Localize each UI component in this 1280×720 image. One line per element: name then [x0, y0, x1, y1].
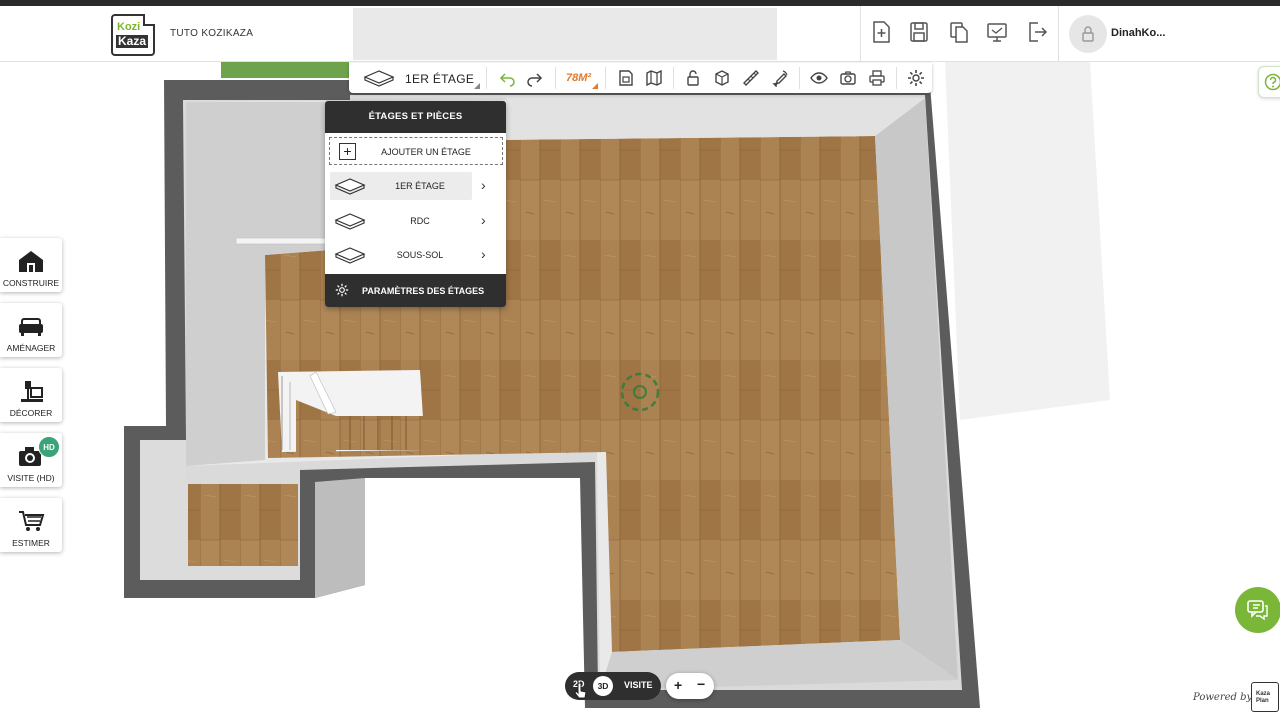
floor-item-label: SOUS-SOL [396, 250, 444, 260]
chevron-right-icon[interactable]: › [481, 246, 486, 262]
copy-icon[interactable] [948, 20, 970, 44]
sofa-icon [19, 318, 43, 336]
sidebar-item-label: ESTIMER [12, 538, 50, 548]
question-icon [1264, 73, 1280, 91]
add-floor-label: AJOUTER UN ÉTAGE [381, 147, 471, 157]
surface-area-indicator[interactable]: 78M² [566, 72, 591, 84]
logo-text-bottom: Kaza [116, 34, 149, 48]
new-file-icon[interactable] [870, 20, 892, 44]
ruler-icon[interactable] [742, 69, 760, 87]
gear-icon[interactable] [907, 69, 925, 87]
hd-badge: HD [38, 436, 60, 458]
cube-icon[interactable] [713, 69, 731, 87]
lamp-icon [21, 381, 43, 402]
username[interactable]: DinahKo... [1111, 27, 1165, 39]
chevron-right-icon[interactable]: › [481, 212, 486, 228]
kazaplan-logo[interactable]: Kaza Plan [1251, 682, 1279, 712]
toolbar-divider [555, 67, 556, 89]
view-visite-button[interactable]: VISITE [624, 680, 653, 690]
corner-dropdown-icon [474, 83, 480, 89]
lock-icon [1082, 26, 1094, 42]
header-divider [860, 6, 861, 62]
zoom-in-button[interactable]: + [674, 677, 682, 693]
project-name[interactable]: TUTO KOZIKAZA [170, 28, 253, 39]
redo-icon[interactable] [526, 69, 544, 87]
sidebar-item-amenager[interactable]: AMÉNAGER [0, 303, 62, 357]
floor-item-label: 1ER ÉTAGE [395, 181, 445, 191]
chevron-right-icon[interactable]: › [481, 177, 486, 193]
header-divider-2 [1058, 6, 1059, 62]
floor-item-1er-etage[interactable]: 1ER ÉTAGE › [330, 172, 502, 200]
floor-plan-3d-view[interactable] [0, 62, 1280, 720]
chat-icon [1247, 600, 1268, 621]
toolbar-divider [486, 67, 487, 89]
floor-item-label: RDC [410, 216, 430, 226]
kozikaza-logo[interactable]: Kozi Kaza [111, 14, 155, 56]
toolbar-divider [799, 67, 800, 89]
floor-slab-icon [334, 213, 366, 230]
mouse-cursor-icon [574, 682, 587, 699]
floor-item-rdc[interactable]: RDC › [330, 207, 502, 235]
map-icon[interactable] [645, 69, 663, 87]
floor-slab-icon [334, 247, 366, 264]
unlock-icon[interactable] [684, 69, 702, 87]
add-floor-button[interactable]: + AJOUTER UN ÉTAGE [329, 137, 503, 165]
sidebar-item-label: CONSTRUIRE [2, 278, 60, 288]
sidebar-item-decorer[interactable]: DÉCORER [0, 368, 62, 422]
zoom-out-button[interactable]: − [697, 676, 705, 692]
eye-icon[interactable] [810, 69, 828, 87]
floor-settings-label: PARAMÈTRES DES ÉTAGES [362, 286, 485, 296]
undo-icon[interactable] [498, 69, 516, 87]
sidebar-item-label: AMÉNAGER [6, 343, 56, 353]
editor-toolbar: 1ER ÉTAGE 78M² [349, 63, 932, 93]
zoom-controls: + − [666, 673, 714, 699]
toolbar-divider [896, 67, 897, 89]
view-3d-button[interactable]: 3D [593, 676, 613, 696]
cart-icon [19, 511, 45, 531]
sidebar-item-estimer[interactable]: ESTIMER [0, 498, 62, 552]
floors-menu-title: ÉTAGES ET PIÈCES [325, 101, 506, 133]
logout-icon[interactable] [1026, 20, 1048, 44]
powered-by-text: Powered by [1193, 692, 1253, 703]
corner-dropdown-icon [592, 83, 598, 89]
floor-slab-icon [334, 178, 366, 195]
floor-slab-icon[interactable] [363, 70, 395, 87]
logo-corner [143, 14, 155, 26]
paint-icon[interactable] [771, 69, 789, 87]
floors-menu: ÉTAGES ET PIÈCES + AJOUTER UN ÉTAGE 1ER … [325, 101, 506, 307]
kazaplan-logo-text: Kaza Plan [1256, 691, 1271, 704]
sidebar-item-label: DÉCORER [9, 408, 53, 418]
header-blank-area [353, 8, 777, 60]
floor-settings-button[interactable]: PARAMÈTRES DES ÉTAGES [325, 274, 506, 307]
app-header: Kozi Kaza TUTO KOZIKAZA DinahKo... [0, 6, 1280, 62]
toolbar-divider [673, 67, 674, 89]
gear-icon [335, 283, 349, 297]
print-icon[interactable] [868, 69, 886, 87]
house-icon [19, 251, 43, 272]
logo-text-top: Kozi [117, 21, 141, 33]
current-floor-selector[interactable]: 1ER ÉTAGE [405, 72, 474, 86]
camera-icon[interactable] [839, 69, 857, 87]
chat-button[interactable] [1235, 587, 1280, 633]
save-icon[interactable] [908, 20, 930, 44]
floor-item-sous-sol[interactable]: SOUS-SOL › [330, 241, 502, 269]
floor-plan-canvas[interactable] [0, 62, 1280, 720]
avatar[interactable] [1069, 15, 1107, 53]
sidebar-item-label: VISITE (HD) [7, 473, 55, 483]
help-tab[interactable] [1258, 66, 1280, 98]
sidebar-item-construire[interactable]: CONSTRUIRE [0, 238, 62, 292]
toolbar-divider [605, 67, 606, 89]
document-icon[interactable] [617, 69, 635, 87]
screen-icon[interactable] [986, 20, 1008, 44]
